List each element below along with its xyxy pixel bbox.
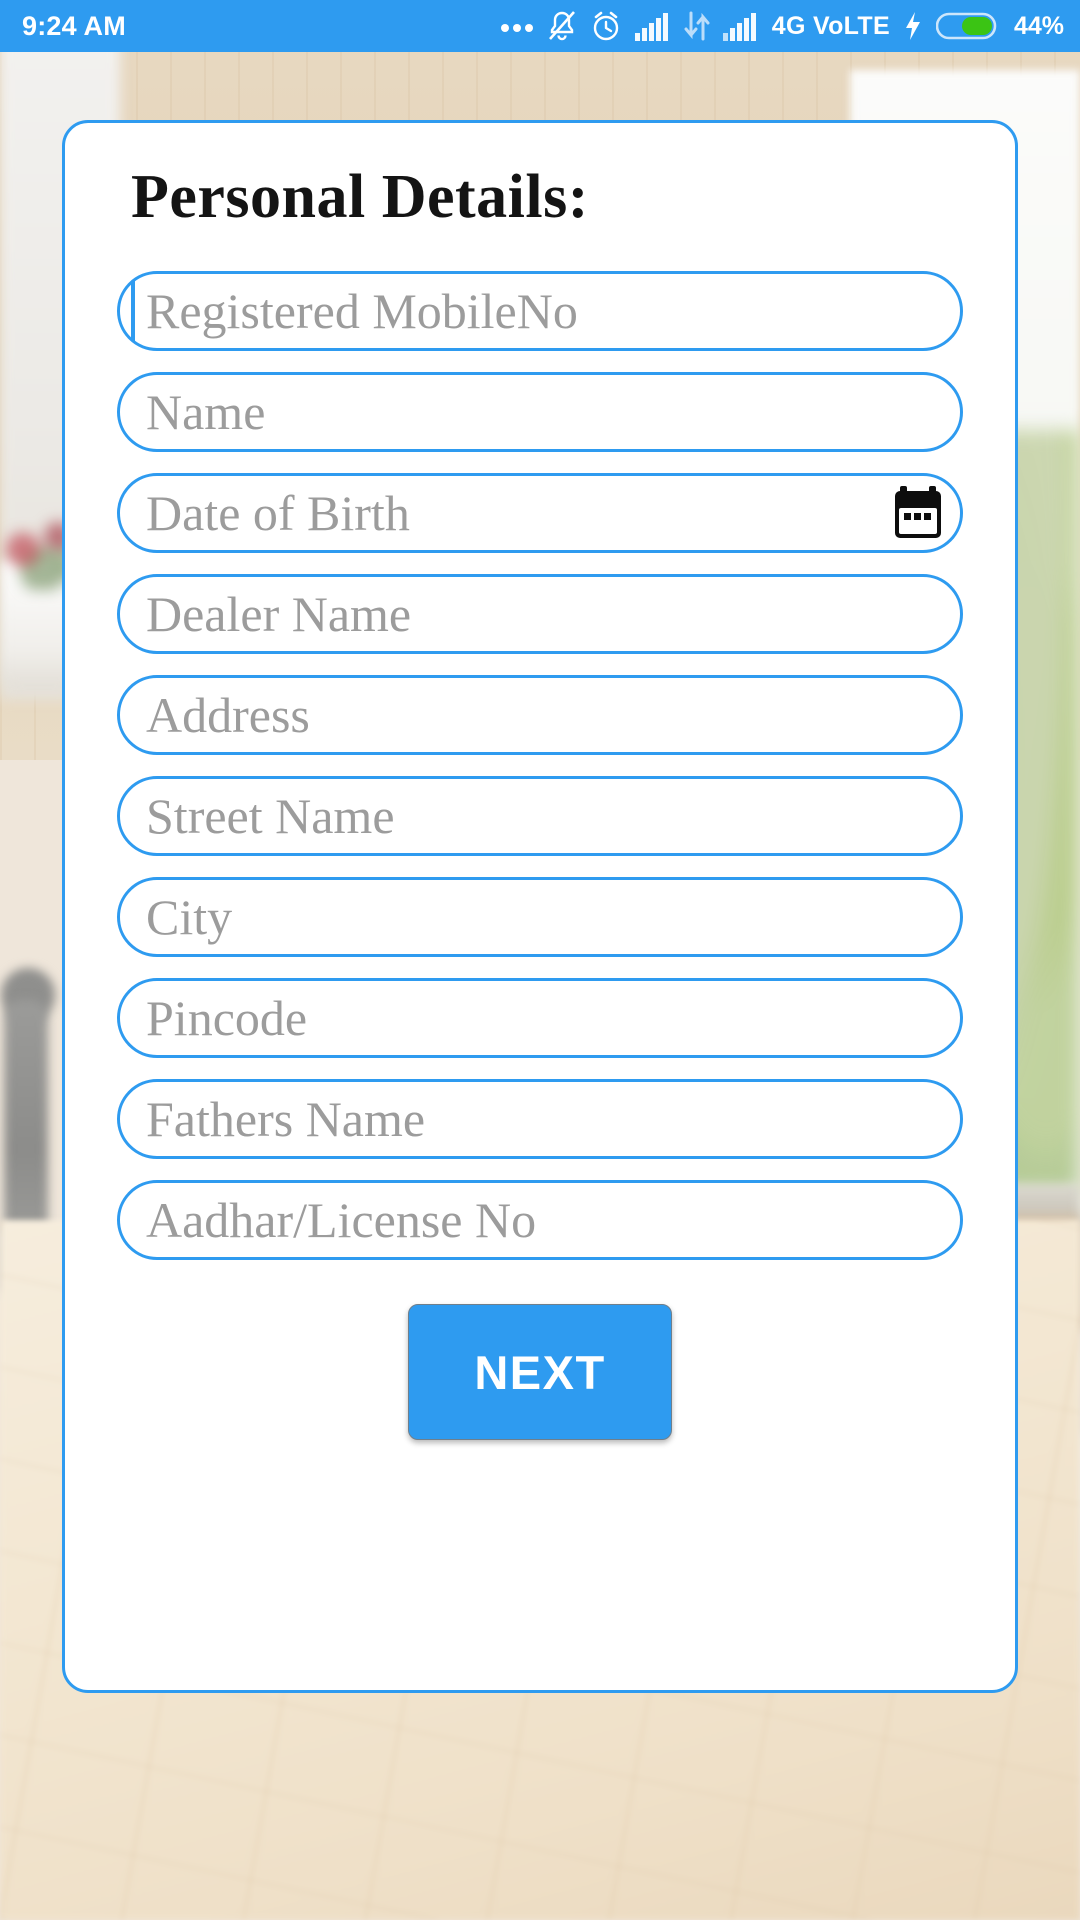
- data-transfer-icon: [684, 11, 710, 41]
- signal-bars-sim2-icon: [722, 11, 759, 41]
- more-notifications-icon: [500, 20, 534, 32]
- battery-icon: [935, 11, 998, 41]
- phone-screen: 9:24 AM 4G VoLTE 44% Personal Details: R…: [0, 0, 1080, 1920]
- field-row-aadhar-license-no: [117, 1180, 963, 1261]
- city-input[interactable]: [117, 877, 963, 958]
- pincode-input[interactable]: [117, 978, 963, 1059]
- status-bar-clock: 9:24 AM: [22, 10, 126, 41]
- field-row-fathers-name: [117, 1079, 963, 1160]
- submit-row: NEXT: [109, 1304, 971, 1441]
- dealer-name-input[interactable]: [117, 574, 963, 655]
- status-bar-icon-tray: 4G VoLTE 44%: [500, 10, 1064, 42]
- network-type-label: 4G VoLTE: [771, 11, 890, 40]
- date-of-birth-input[interactable]: [117, 473, 963, 554]
- next-button[interactable]: NEXT: [408, 1304, 672, 1441]
- charging-bolt-icon: [903, 11, 923, 41]
- field-row-name: [117, 372, 963, 453]
- bell-muted-icon: [547, 10, 577, 42]
- field-row-date-of-birth: [117, 473, 963, 554]
- field-row-registered-mobile-no: [117, 271, 963, 352]
- field-row-dealer-name: [117, 574, 963, 655]
- calendar-icon[interactable]: [887, 482, 949, 544]
- field-row-city: [117, 877, 963, 958]
- field-row-pincode: [117, 978, 963, 1059]
- battery-percent-label: 44%: [1013, 11, 1064, 40]
- text-cursor: [131, 281, 135, 342]
- street-name-input[interactable]: [117, 776, 963, 857]
- name-input[interactable]: [117, 372, 963, 453]
- alarm-clock-icon: [590, 10, 622, 42]
- fathers-name-input[interactable]: [117, 1079, 963, 1160]
- status-bar: 9:24 AM 4G VoLTE 44%: [0, 0, 1080, 52]
- aadhar-license-no-input[interactable]: [117, 1180, 963, 1261]
- registered-mobile-no-input[interactable]: [117, 271, 963, 352]
- signal-bars-sim1-icon: [634, 11, 671, 41]
- form-fields-list: [109, 271, 971, 1261]
- field-row-address: [117, 675, 963, 756]
- personal-details-card: Personal Details: Registered MobileNo Na…: [62, 120, 1018, 1693]
- field-row-street-name: [117, 776, 963, 857]
- page-title: Personal Details:: [131, 163, 589, 231]
- address-input[interactable]: [117, 675, 963, 756]
